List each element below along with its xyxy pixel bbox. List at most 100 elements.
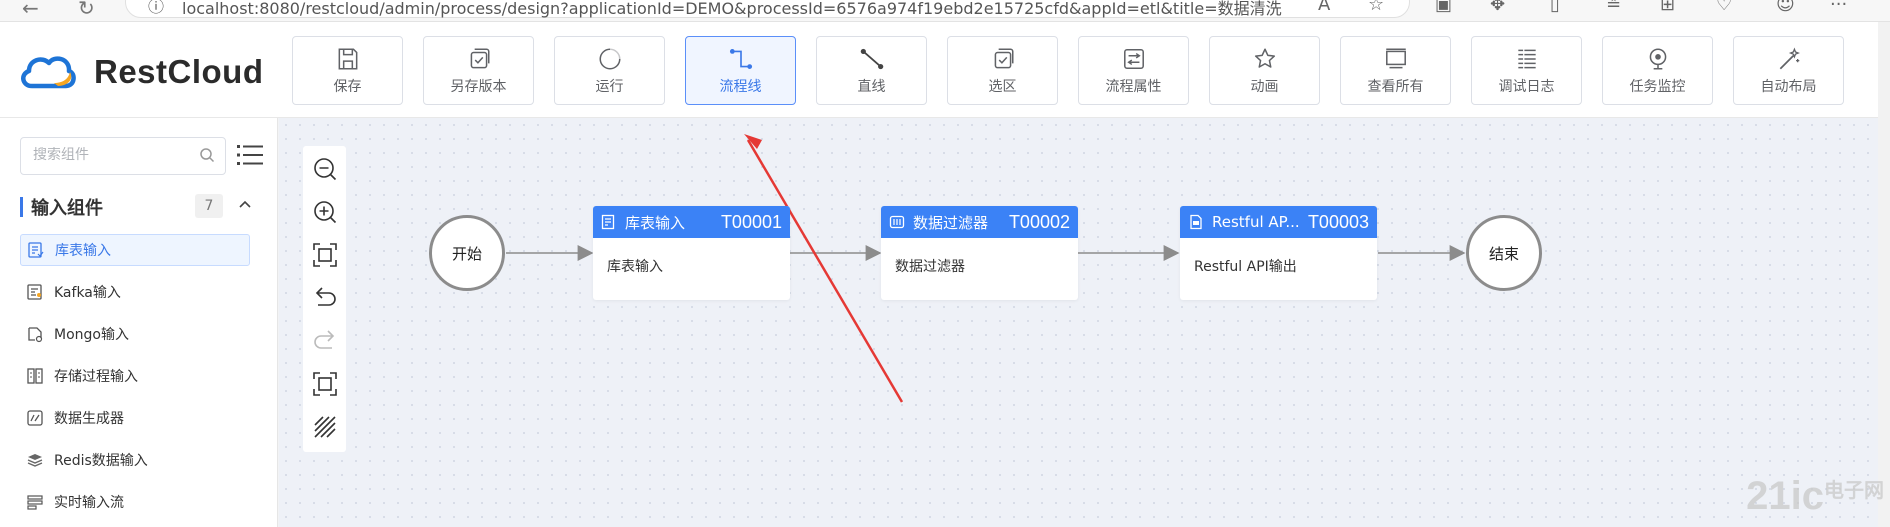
properties-button[interactable]: 流程属性 — [1078, 36, 1189, 105]
task-body: 库表输入 — [607, 259, 663, 275]
task-header: Restful AP... T00003 — [1180, 206, 1377, 238]
save-label: 保存 — [333, 78, 362, 95]
component-item-procedure-input[interactable]: 存储过程输入 — [20, 360, 250, 392]
task-node-t00003[interactable]: Restful AP... T00003 Restful API输出 — [1180, 206, 1377, 300]
collections-icon[interactable]: ⊞ — [1660, 0, 1675, 15]
properties-label: 流程属性 — [1105, 78, 1162, 95]
browser-sidebar-edge — [1878, 22, 1890, 527]
save-version-icon — [470, 47, 490, 68]
start-node[interactable]: 开始 — [429, 215, 505, 291]
component-item-kafka-input[interactable]: Kafka输入 — [20, 276, 250, 308]
zoom-in-icon — [313, 201, 336, 224]
component-item-redis-input[interactable]: Redis数据输入 — [20, 444, 250, 476]
debug-log-button[interactable]: 调试日志 — [1471, 36, 1582, 105]
task-header: 库表输入 T00001 — [593, 206, 790, 238]
select-area-button[interactable]: 选区 — [947, 36, 1058, 105]
component-sidebar: 输入组件 7 库表输入 Kafka输入 Mongo输入 存储过程输入 数据生成器… — [0, 118, 278, 527]
animation-button[interactable]: 动画 — [1209, 36, 1320, 105]
canvas-toolbar — [303, 146, 346, 452]
zoom-out-button[interactable] — [310, 154, 340, 184]
table-input-icon — [28, 242, 44, 258]
task-node-t00001[interactable]: 库表输入 T00001 库表输入 — [593, 206, 790, 300]
more-icon[interactable]: ··· — [1830, 0, 1847, 15]
url-text[interactable]: localhost:8080/restcloud/admin/process/d… — [182, 0, 1282, 19]
group-count-badge: 7 — [195, 194, 223, 218]
properties-icon — [1123, 48, 1144, 69]
watermark: 21ic电子网 — [1746, 474, 1884, 519]
undo-button[interactable] — [310, 283, 340, 313]
reload-icon[interactable]: ↻ — [78, 0, 95, 20]
task-body: Restful API输出 — [1194, 259, 1297, 275]
chevron-up-icon[interactable] — [238, 198, 252, 212]
task-body: 数据过滤器 — [895, 259, 965, 275]
flow-line-button[interactable]: 流程线 — [685, 36, 796, 105]
straight-line-icon — [860, 48, 883, 69]
kafka-input-icon — [27, 284, 42, 300]
grid-icon — [313, 416, 336, 438]
table-input-icon — [601, 214, 615, 230]
fullscreen-button[interactable] — [310, 369, 340, 399]
select-area-label: 选区 — [988, 78, 1017, 95]
procedure-input-icon — [27, 368, 43, 384]
component-item-mongo-input[interactable]: Mongo输入 — [20, 318, 250, 350]
monitor-button[interactable]: 任务监控 — [1602, 36, 1713, 105]
save-version-button[interactable]: 另存版本 — [423, 36, 534, 105]
search-input[interactable] — [33, 147, 193, 163]
select-area-icon — [994, 47, 1014, 68]
save-button[interactable]: 保存 — [292, 36, 403, 105]
profile-avatar[interactable]: ☺ — [1776, 0, 1795, 15]
zoom-in-button[interactable] — [310, 197, 340, 227]
fit-view-icon — [312, 243, 337, 267]
task-id: T00002 — [1008, 211, 1070, 232]
list-view-icon[interactable] — [236, 142, 264, 168]
component-label: 数据生成器 — [54, 411, 124, 427]
flow-line-label: 流程线 — [719, 78, 762, 95]
straight-line-button[interactable]: 直线 — [816, 36, 927, 105]
back-icon[interactable]: ← — [22, 0, 39, 20]
view-all-label: 查看所有 — [1367, 78, 1424, 95]
realtime-stream-icon — [27, 495, 43, 510]
extension-icon[interactable]: ▣ — [1435, 0, 1452, 15]
task-id: T00001 — [720, 211, 782, 232]
puzzle-icon[interactable]: ✥ — [1490, 0, 1505, 15]
component-item-realtime-stream[interactable]: 实时输入流 — [20, 486, 250, 518]
save-icon — [338, 47, 357, 70]
logo: RestCloud — [18, 50, 264, 94]
component-label: Redis数据输入 — [54, 453, 148, 469]
grid-button[interactable] — [310, 412, 340, 442]
run-label: 运行 — [595, 78, 624, 95]
group-accent-bar — [20, 197, 23, 217]
task-node-t00002[interactable]: 数据过滤器 T00002 数据过滤器 — [881, 206, 1078, 300]
redo-button[interactable] — [310, 326, 340, 356]
component-item-data-generator[interactable]: 数据生成器 — [20, 402, 250, 434]
group-title: 输入组件 — [31, 198, 103, 219]
debug-log-label: 调试日志 — [1498, 78, 1555, 95]
split-screen-icon[interactable]: ▯ — [1550, 0, 1560, 15]
zoom-out-icon — [313, 158, 336, 181]
view-all-button[interactable]: 查看所有 — [1340, 36, 1451, 105]
component-label: 库表输入 — [55, 243, 111, 259]
redo-icon — [313, 330, 334, 349]
search-icon[interactable] — [199, 147, 215, 163]
auto-layout-button[interactable]: 自动布局 — [1733, 36, 1844, 105]
animation-label: 动画 — [1250, 78, 1279, 95]
read-aloud-icon[interactable]: A — [1318, 0, 1330, 15]
flow-canvas[interactable] — [279, 118, 1890, 527]
fit-view-button[interactable] — [310, 240, 340, 270]
fullscreen-icon — [312, 372, 337, 396]
favorites-bar-icon[interactable]: ≛ — [1606, 0, 1621, 15]
input-components-group[interactable]: 输入组件 — [20, 194, 103, 220]
watermark-text: 21ic — [1746, 474, 1824, 518]
end-node[interactable]: 结束 — [1466, 215, 1542, 291]
run-button[interactable]: 运行 — [554, 36, 665, 105]
task-name: 库表输入 — [625, 213, 686, 232]
site-info-icon[interactable]: ⓘ — [148, 0, 164, 17]
component-item-table-input[interactable]: 库表输入 — [20, 234, 250, 266]
component-search[interactable] — [20, 137, 226, 175]
run-icon — [598, 47, 621, 70]
address-bar[interactable]: ⓘ localhost:8080/restcloud/admin/process… — [125, 0, 1410, 18]
filter-icon — [889, 215, 905, 229]
favorite-icon[interactable]: ☆ — [1368, 0, 1384, 15]
save-version-label: 另存版本 — [450, 78, 507, 95]
performance-icon[interactable]: ♡ — [1716, 0, 1732, 15]
